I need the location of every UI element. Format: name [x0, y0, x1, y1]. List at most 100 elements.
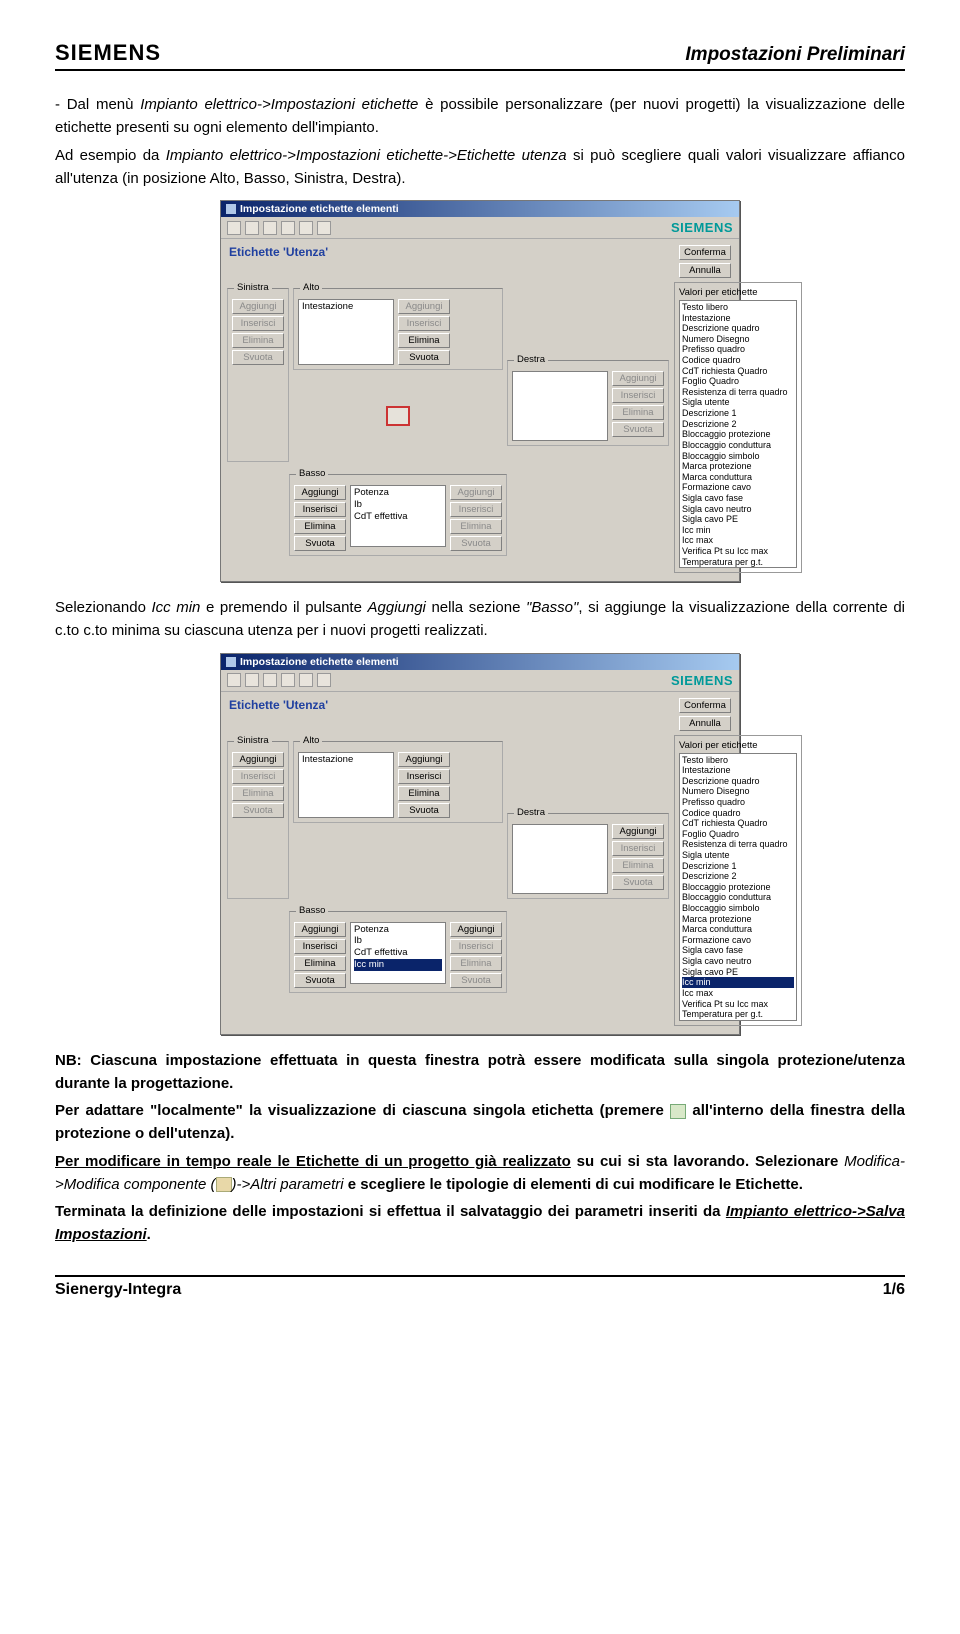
list-item[interactable]: Sigla utente [682, 397, 794, 408]
list-item[interactable]: Icc max [682, 988, 794, 999]
list-item[interactable]: Descrizione quadro [682, 776, 794, 787]
toolbar-icon[interactable] [281, 673, 295, 687]
list-item[interactable]: Foglio Quadro [682, 376, 794, 387]
toolbar-icon[interactable] [299, 221, 313, 235]
list-item[interactable]: CdT effettiva [354, 511, 442, 523]
list-item[interactable]: Descrizione 2 [682, 419, 794, 430]
inserisci-button[interactable]: Inserisci [398, 769, 450, 784]
svuota-button[interactable]: Svuota [398, 803, 450, 818]
inserisci-button[interactable]: Inserisci [450, 502, 502, 517]
list-item[interactable]: Prefisso quadro [682, 344, 794, 355]
inserisci-button[interactable]: Inserisci [294, 939, 346, 954]
list-item[interactable]: Temperatura per g.t. [682, 1009, 794, 1020]
list-item[interactable]: Potenza [354, 924, 442, 936]
elimina-button[interactable]: Elimina [294, 519, 346, 534]
inserisci-button[interactable]: Inserisci [232, 316, 284, 331]
toolbar-icon[interactable] [227, 673, 241, 687]
elimina-button[interactable]: Elimina [450, 956, 502, 971]
values-list[interactable]: Testo liberoIntestazioneDescrizione quad… [679, 753, 797, 1021]
destra-list[interactable] [512, 371, 608, 441]
aggiungi-button[interactable]: Aggiungi [450, 922, 502, 937]
list-item[interactable]: Marca conduttura [682, 472, 794, 483]
toolbar-icon[interactable] [317, 221, 331, 235]
toolbar-icon[interactable] [281, 221, 295, 235]
list-item[interactable]: Codice quadro [682, 808, 794, 819]
list-item[interactable]: Codice quadro [682, 355, 794, 366]
svuota-button[interactable]: Svuota [294, 973, 346, 988]
aggiungi-button[interactable]: Aggiungi [294, 922, 346, 937]
values-list[interactable]: Testo liberoIntestazioneDescrizione quad… [679, 300, 797, 568]
list-item[interactable]: Sigla cavo PE [682, 967, 794, 978]
list-item[interactable]: Icc max [682, 535, 794, 546]
list-item[interactable]: Prefisso quadro [682, 797, 794, 808]
list-item[interactable]: Testo libero [682, 302, 794, 313]
list-item[interactable]: Intestazione [682, 313, 794, 324]
list-item[interactable]: Bloccaggio protezione [682, 882, 794, 893]
alto-list[interactable]: Intestazione [298, 752, 394, 818]
list-item[interactable]: CdT richiesta Quadro [682, 818, 794, 829]
aggiungi-button[interactable]: Aggiungi [232, 299, 284, 314]
elimina-button[interactable]: Elimina [450, 519, 502, 534]
inserisci-button[interactable]: Inserisci [294, 502, 346, 517]
toolbar-icon[interactable] [263, 221, 277, 235]
dialog-tab[interactable]: Etichette 'Utenza' [229, 245, 328, 259]
list-item[interactable]: Descrizione 1 [682, 861, 794, 872]
list-item[interactable]: Bloccaggio conduttura [682, 440, 794, 451]
list-item[interactable]: Verifica Pt su Icc max [682, 546, 794, 557]
conferma-button[interactable]: Conferma [679, 245, 731, 260]
toolbar-icon[interactable] [245, 221, 259, 235]
list-item[interactable]: Bloccaggio simbolo [682, 451, 794, 462]
list-item[interactable]: Resistenza di terra quadro [682, 839, 794, 850]
list-item[interactable]: Polarità [682, 1020, 794, 1021]
alto-list[interactable]: Intestazione [298, 299, 394, 365]
list-item[interactable]: Numero Disegno [682, 786, 794, 797]
toolbar-icon[interactable] [263, 673, 277, 687]
svuota-button[interactable]: Svuota [232, 803, 284, 818]
toolbar-icon[interactable] [227, 221, 241, 235]
svuota-button[interactable]: Svuota [232, 350, 284, 365]
list-item[interactable]: CdT richiesta Quadro [682, 366, 794, 377]
inserisci-button[interactable]: Inserisci [398, 316, 450, 331]
elimina-button[interactable]: Elimina [612, 858, 664, 873]
list-item[interactable]: Sigla cavo fase [682, 493, 794, 504]
list-item[interactable]: Intestazione [682, 765, 794, 776]
annulla-button[interactable]: Annulla [679, 263, 731, 278]
list-item[interactable]: Sigla cavo fase [682, 945, 794, 956]
inserisci-button[interactable]: Inserisci [450, 939, 502, 954]
inserisci-button[interactable]: Inserisci [232, 769, 284, 784]
elimina-button[interactable]: Elimina [612, 405, 664, 420]
list-item[interactable]: Marca protezione [682, 914, 794, 925]
elimina-button[interactable]: Elimina [232, 333, 284, 348]
list-item[interactable]: Sigla cavo neutro [682, 956, 794, 967]
list-item[interactable]: Marca protezione [682, 461, 794, 472]
list-item[interactable]: CdT effettiva [354, 947, 442, 959]
toolbar-icon[interactable] [245, 673, 259, 687]
list-item[interactable]: Polarità [682, 567, 794, 568]
svuota-button[interactable]: Svuota [450, 973, 502, 988]
elimina-button[interactable]: Elimina [398, 786, 450, 801]
list-item[interactable]: Icc min [354, 959, 442, 971]
svuota-button[interactable]: Svuota [612, 422, 664, 437]
inserisci-button[interactable]: Inserisci [612, 841, 664, 856]
svuota-button[interactable]: Svuota [398, 350, 450, 365]
aggiungi-button[interactable]: Aggiungi [612, 824, 664, 839]
list-item[interactable]: Foglio Quadro [682, 829, 794, 840]
elimina-button[interactable]: Elimina [232, 786, 284, 801]
dialog-tab[interactable]: Etichette 'Utenza' [229, 698, 328, 712]
list-item[interactable]: Formazione cavo [682, 935, 794, 946]
list-item[interactable]: Ib [354, 499, 442, 511]
list-item[interactable]: Resistenza di terra quadro [682, 387, 794, 398]
svuota-button[interactable]: Svuota [450, 536, 502, 551]
toolbar-icon[interactable] [317, 673, 331, 687]
list-item[interactable]: Verifica Pt su Icc max [682, 999, 794, 1010]
list-item[interactable]: Sigla cavo PE [682, 514, 794, 525]
list-item[interactable]: Icc min [682, 977, 794, 988]
list-item[interactable]: Potenza [354, 487, 442, 499]
list-item[interactable]: Marca conduttura [682, 924, 794, 935]
list-item[interactable]: Testo libero [682, 755, 794, 766]
list-item[interactable]: Bloccaggio simbolo [682, 903, 794, 914]
elimina-button[interactable]: Elimina [294, 956, 346, 971]
aggiungi-button[interactable]: Aggiungi [398, 752, 450, 767]
destra-list[interactable] [512, 824, 608, 894]
list-item[interactable]: Sigla utente [682, 850, 794, 861]
